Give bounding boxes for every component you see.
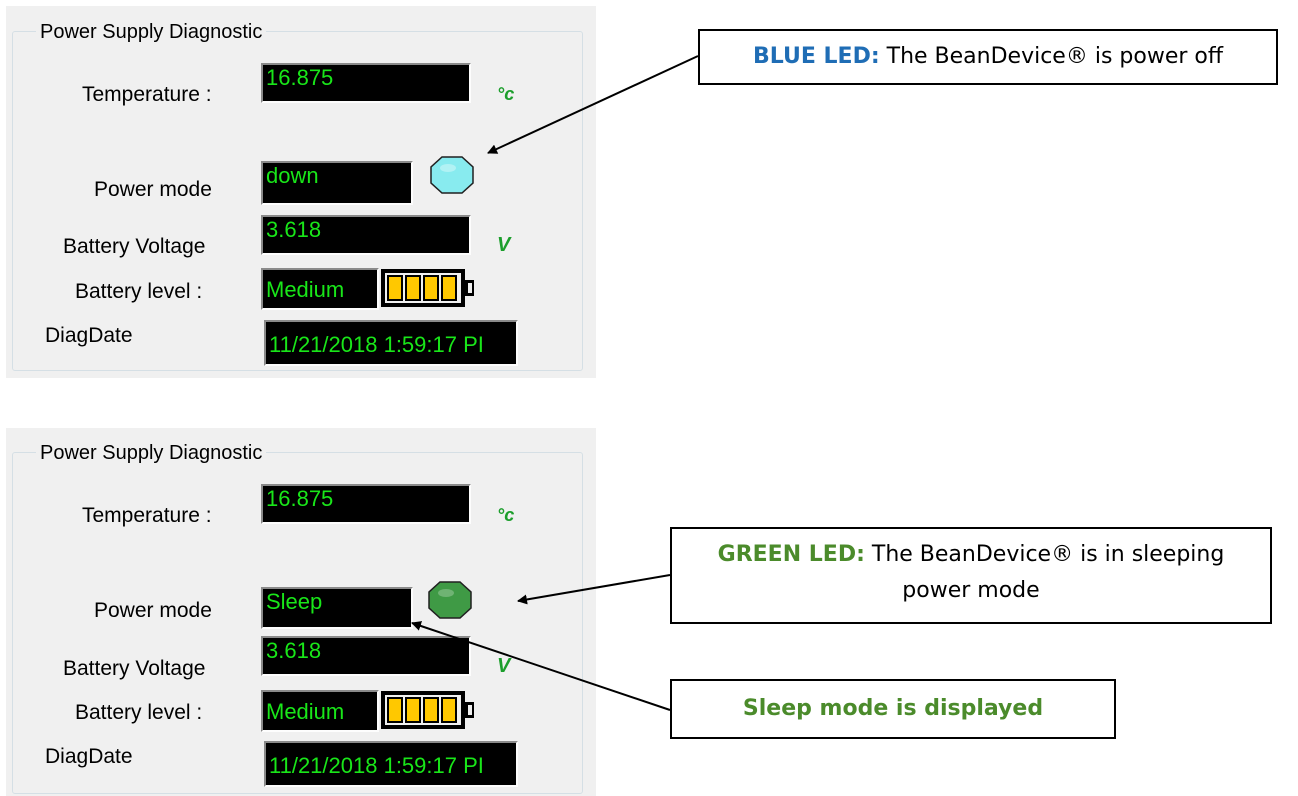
sleep-mode-text: Sleep mode is displayed <box>742 696 1044 721</box>
power-led-icon <box>430 156 474 194</box>
battery-cell <box>387 697 403 723</box>
power-mode-display: Sleep <box>261 587 413 629</box>
temperature-display: 16.875 <box>261 63 471 103</box>
battery-level-display: Medium <box>261 268 379 310</box>
battery-cell <box>387 275 403 301</box>
temperature-unit: °c <box>497 84 515 104</box>
battery-voltage-label: Battery Voltage <box>63 657 206 680</box>
battery-cell <box>441 275 457 301</box>
green-led-tag: GREEN LED: <box>717 542 865 567</box>
power-mode-label: Power mode <box>94 599 212 622</box>
groupbox-title: Power Supply Diagnostic <box>36 20 267 44</box>
groupbox-title: Power Supply Diagnostic <box>36 441 267 465</box>
blue-led-callout: BLUE LED: The BeanDevice® is power off <box>698 29 1278 85</box>
sleep-mode-callout: Sleep mode is displayed <box>670 679 1116 739</box>
green-led-text: The BeanDevice® is in sleeping power mod… <box>864 542 1225 603</box>
battery-cell <box>423 697 439 723</box>
diag-date-label: DiagDate <box>45 745 133 768</box>
voltage-unit: V <box>497 655 511 677</box>
battery-icon <box>381 691 474 729</box>
temperature-display: 16.875 <box>261 484 471 524</box>
battery-voltage-label: Battery Voltage <box>63 235 206 258</box>
battery-cell <box>441 697 457 723</box>
temperature-label: Temperature : <box>82 504 212 527</box>
temperature-unit: °c <box>497 505 515 525</box>
diag-date-display: 11/21/2018 1:59:17 PI <box>264 741 518 787</box>
battery-voltage-display: 3.618 <box>261 636 471 676</box>
power-led-icon <box>428 581 472 619</box>
battery-cell <box>405 697 421 723</box>
battery-level-display: Medium <box>261 690 379 732</box>
diag-date-display: 11/21/2018 1:59:17 PI <box>264 320 518 366</box>
diag-date-label: DiagDate <box>45 324 133 347</box>
temperature-label: Temperature : <box>82 83 212 106</box>
voltage-unit: V <box>497 234 511 256</box>
green-led-callout: GREEN LED: The BeanDevice® is in sleepin… <box>670 527 1272 624</box>
battery-voltage-display: 3.618 <box>261 215 471 255</box>
blue-led-tag: BLUE LED: <box>752 44 880 69</box>
power-mode-label: Power mode <box>94 178 212 201</box>
blue-led-text: The BeanDevice® is power off <box>879 44 1224 69</box>
battery-icon <box>381 269 474 307</box>
power-mode-display: down <box>261 161 413 205</box>
battery-cell <box>423 275 439 301</box>
battery-level-label: Battery level : <box>75 280 203 303</box>
battery-cell <box>405 275 421 301</box>
battery-level-label: Battery level : <box>75 701 203 724</box>
